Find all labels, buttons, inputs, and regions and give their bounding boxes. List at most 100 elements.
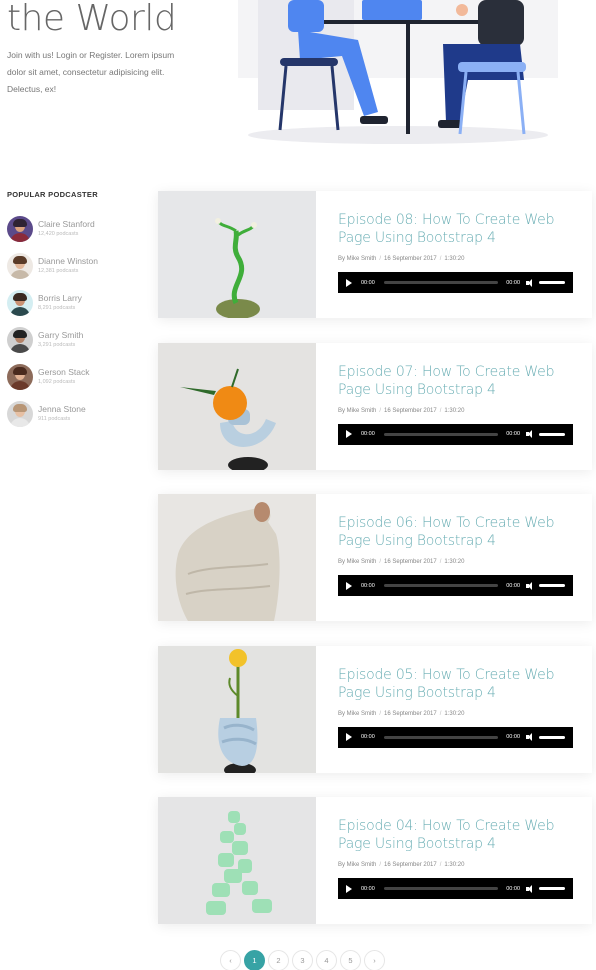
hero-illustration xyxy=(228,0,568,150)
podcaster-count: 12,381 podcasts xyxy=(38,268,79,274)
episode-title[interactable]: Episode 07: How To Create Web Page Using… xyxy=(338,363,578,399)
podcaster-name: Claire Stanford xyxy=(38,219,95,229)
episode-date: 16 September 2017 xyxy=(384,407,437,414)
podcaster-count: 3,291 podcasts xyxy=(38,342,76,348)
total-time: 00:00 xyxy=(506,279,520,286)
avatar xyxy=(7,363,33,390)
total-time: 00:00 xyxy=(506,734,520,740)
episode-card: Episode 06: How To Create Web Page Using… xyxy=(158,494,592,621)
progress-bar[interactable] xyxy=(383,432,499,436)
audio-player: 00:00 00:00 xyxy=(338,575,573,596)
pagination-page-5[interactable]: 5 xyxy=(340,950,361,970)
current-time: 00:00 xyxy=(361,279,375,286)
episode-thumbnail[interactable] xyxy=(158,191,316,318)
progress-bar[interactable] xyxy=(383,735,499,739)
volume-slider[interactable] xyxy=(539,887,565,890)
pagination-next[interactable]: › xyxy=(364,950,385,970)
volume-slider[interactable] xyxy=(539,735,565,739)
podcaster-name: Jenna Stone xyxy=(38,404,86,414)
episode-meta: By Mike Smith/16 September 2017/1:30:20 xyxy=(338,710,465,717)
episode-meta: By Mike Smith/16 September 2017/1:30:20 xyxy=(338,559,465,565)
episode-title[interactable]: Episode 05: How To Create Web Page Using… xyxy=(338,666,578,702)
pagination-page-4[interactable]: 4 xyxy=(316,950,337,970)
podcaster-item[interactable]: Gerson Stack 1,092 podcasts xyxy=(7,358,147,395)
episode-author[interactable]: By Mike Smith xyxy=(338,711,376,717)
podcaster-item[interactable]: Garry Smith 3,291 podcasts xyxy=(7,321,147,358)
episode-thumbnail[interactable] xyxy=(158,645,316,773)
podcaster-count: 12,420 podcasts xyxy=(38,231,79,237)
episode-author[interactable]: By Mike Smith xyxy=(338,256,376,262)
audio-player: 00:00 00:00 xyxy=(338,423,573,445)
volume-slider[interactable] xyxy=(539,432,565,436)
volume-icon[interactable] xyxy=(526,430,535,438)
episode-duration: 1:30:20 xyxy=(444,407,465,414)
hero-title: the World xyxy=(7,0,177,39)
progress-bar[interactable] xyxy=(383,281,499,284)
podcaster-item[interactable]: Borris Larry 8,291 podcasts xyxy=(7,284,147,321)
episode-date: 16 September 2017 xyxy=(384,256,437,262)
episode-thumbnail[interactable] xyxy=(158,494,316,621)
episode-card: Episode 07: How To Create Web Page Using… xyxy=(158,342,592,470)
episode-list: Episode 08: How To Create Web Page Using… xyxy=(158,191,592,949)
progress-bar[interactable] xyxy=(383,887,499,890)
play-icon[interactable] xyxy=(346,430,352,438)
pagination-page-2[interactable]: 2 xyxy=(268,950,289,970)
podcaster-item[interactable]: Claire Stanford 12,420 podcasts xyxy=(7,210,147,247)
audio-player: 00:00 00:00 xyxy=(338,272,573,293)
episode-duration: 1:30:20 xyxy=(444,710,465,717)
play-icon[interactable] xyxy=(346,733,352,741)
total-time: 00:00 xyxy=(506,582,520,589)
volume-icon[interactable] xyxy=(526,733,535,741)
episode-author[interactable]: By Mike Smith xyxy=(338,408,376,414)
avatar xyxy=(7,252,33,279)
episode-thumbnail[interactable] xyxy=(158,797,316,924)
episode-author[interactable]: By Mike Smith xyxy=(338,862,376,868)
podcaster-count: 1,092 podcasts xyxy=(38,379,76,385)
volume-icon[interactable] xyxy=(526,278,535,287)
episode-date: 16 September 2017 xyxy=(384,559,437,565)
volume-slider[interactable] xyxy=(539,281,565,284)
pagination-page-3[interactable]: 3 xyxy=(292,950,313,970)
pagination-page-1[interactable]: 1 xyxy=(244,950,265,970)
episode-duration: 1:30:20 xyxy=(444,862,465,868)
episode-meta: By Mike Smith/16 September 2017/1:30:20 xyxy=(338,407,465,414)
avatar xyxy=(7,215,33,242)
popular-podcaster-sidebar: POPULAR PODCASTER Claire Stanford 12,420… xyxy=(7,190,147,432)
audio-player: 00:00 00:00 xyxy=(338,878,573,899)
episode-date: 16 September 2017 xyxy=(384,710,437,717)
current-time: 00:00 xyxy=(361,582,375,589)
episode-title[interactable]: Episode 04: How To Create Web Page Using… xyxy=(338,817,578,853)
episode-thumbnail[interactable] xyxy=(158,342,316,470)
episode-duration: 1:30:20 xyxy=(444,559,465,565)
play-icon[interactable] xyxy=(346,278,352,287)
pagination-prev[interactable]: ‹ xyxy=(220,950,241,970)
sidebar-heading: POPULAR PODCASTER xyxy=(7,190,98,199)
play-icon[interactable] xyxy=(346,884,352,893)
podcaster-name: Borris Larry xyxy=(38,293,82,303)
current-time: 00:00 xyxy=(361,431,375,437)
current-time: 00:00 xyxy=(361,734,375,740)
podcaster-count: 8,291 podcasts xyxy=(38,305,76,311)
volume-icon[interactable] xyxy=(526,581,535,590)
volume-icon[interactable] xyxy=(526,884,535,893)
podcaster-name: Dianne Winston xyxy=(38,256,99,266)
episode-meta: By Mike Smith/16 September 2017/1:30:20 xyxy=(338,862,465,868)
episode-author[interactable]: By Mike Smith xyxy=(338,559,376,565)
podcaster-name: Garry Smith xyxy=(38,330,84,340)
avatar xyxy=(7,326,33,353)
audio-player: 00:00 00:00 xyxy=(338,726,573,748)
total-time: 00:00 xyxy=(506,885,520,892)
progress-bar[interactable] xyxy=(383,584,499,587)
episode-title[interactable]: Episode 06: How To Create Web Page Using… xyxy=(338,514,578,550)
episode-meta: By Mike Smith/16 September 2017/1:30:20 xyxy=(338,256,465,262)
podcaster-item[interactable]: Jenna Stone 911 podcasts xyxy=(7,395,147,432)
avatar xyxy=(7,400,33,427)
current-time: 00:00 xyxy=(361,885,375,892)
play-icon[interactable] xyxy=(346,581,352,590)
episode-duration: 1:30:20 xyxy=(444,256,465,262)
episode-title[interactable]: Episode 08: How To Create Web Page Using… xyxy=(338,211,578,247)
volume-slider[interactable] xyxy=(539,584,565,587)
episode-card: Episode 04: How To Create Web Page Using… xyxy=(158,797,592,924)
pagination: ‹ 1 2 3 4 5 › xyxy=(220,950,385,970)
podcaster-item[interactable]: Dianne Winston 12,381 podcasts xyxy=(7,247,147,284)
